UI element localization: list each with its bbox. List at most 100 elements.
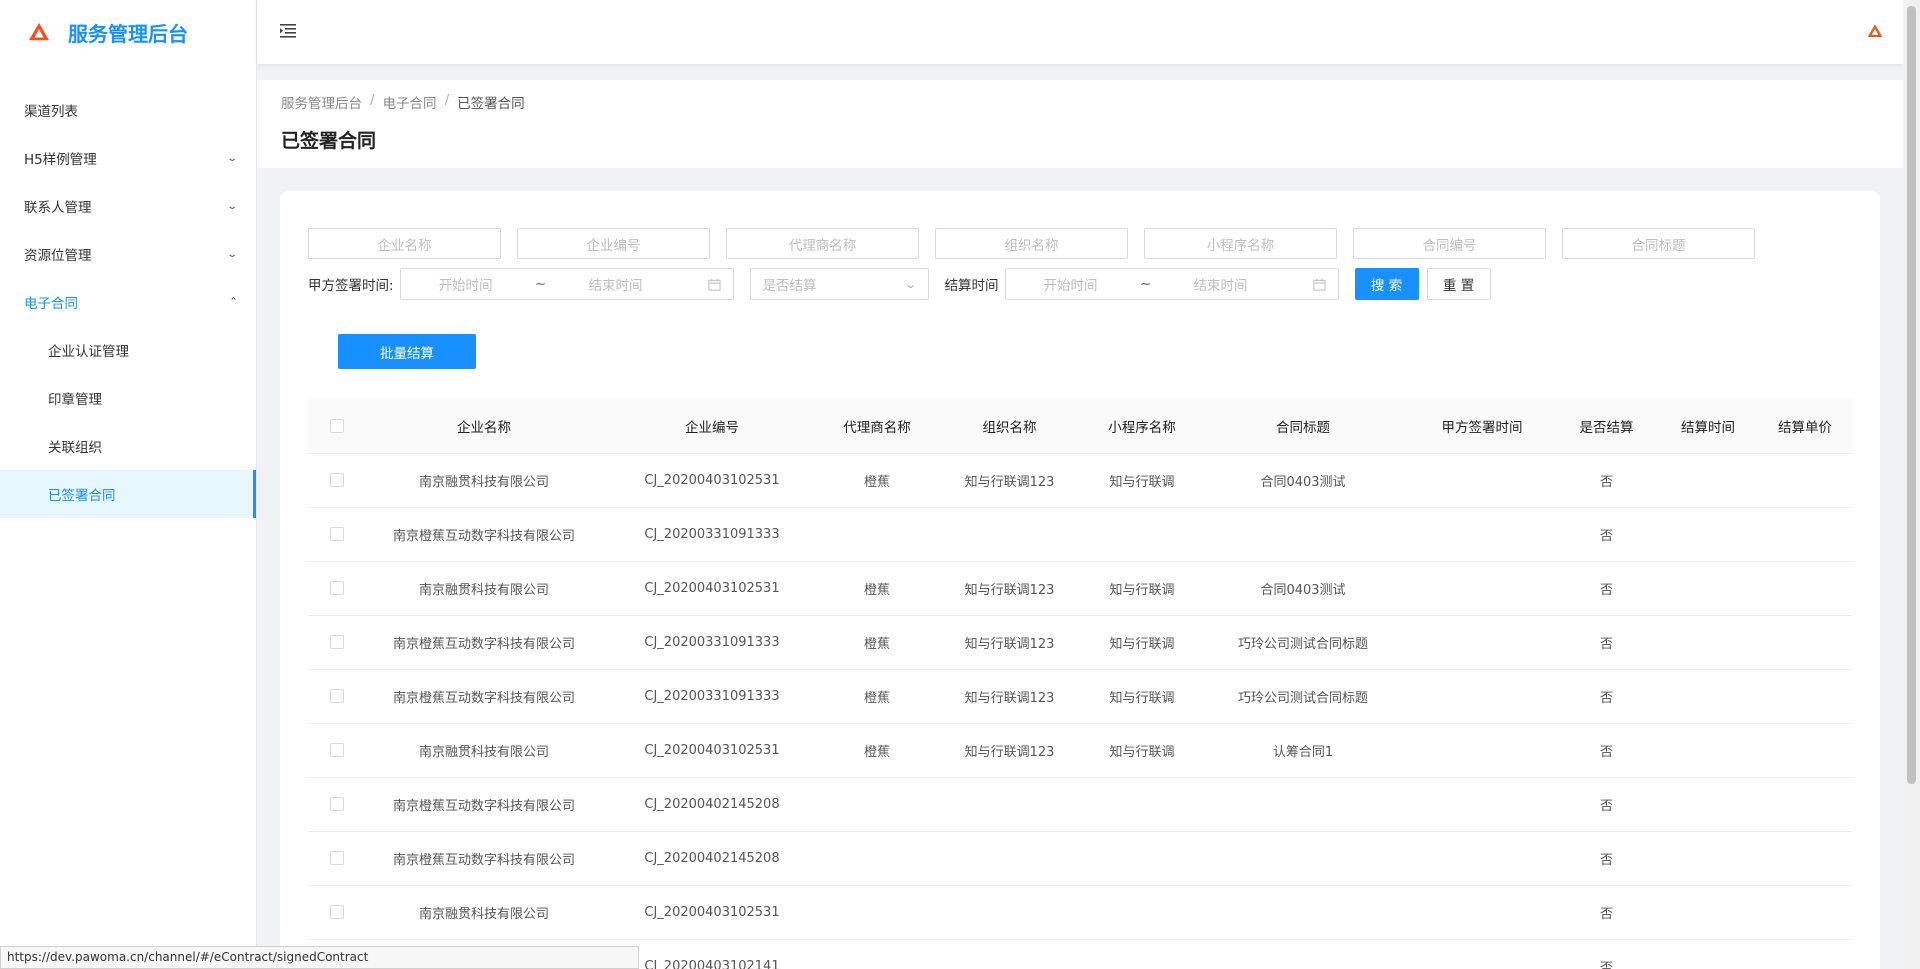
column-header: 代理商名称 [822,399,932,454]
sidebar-item-channel-list[interactable]: 渠道列表 [0,86,256,134]
sidebar-subitem-signed-contracts[interactable]: 已签署合同 [0,470,256,518]
range-end-input[interactable]: 结束时间 [1156,274,1286,294]
page-title: 已签署合同 [281,130,377,152]
column-header: 企业名称 [366,399,602,454]
scrollbar-thumb[interactable] [1907,6,1916,784]
settle-time-label: 结算时间 [944,278,999,294]
table-cell: 知与行联调123 [932,669,1087,724]
sidebar-item-label: 联系人管理 [24,200,92,216]
table-cell: 南京融贯科技有限公司 [366,561,602,616]
row-checkbox[interactable] [330,581,344,595]
menu-fold-icon[interactable] [279,23,297,39]
row-checkbox[interactable] [330,689,344,703]
table-cell: CJ_20200403102531 [602,561,822,616]
row-checkbox[interactable] [330,635,344,649]
row-checkbox[interactable] [330,797,344,811]
table-cell: 知与行联调 [1087,615,1197,670]
sign-time-label: 甲方签署时间: [308,278,394,294]
row-select-cell [308,561,366,616]
sidebar-item-label: 企业认证管理 [48,344,129,360]
miniapp-name-input[interactable]: 小程序名称 [1144,228,1337,259]
sidebar-item-resource-slots[interactable]: 资源位管理 ⌄ [0,230,256,278]
table-cell [1758,453,1852,508]
logo-triangle-icon [28,22,50,41]
breadcrumb-separator: / [444,92,450,108]
breadcrumb-item-home[interactable]: 服务管理后台 [281,92,362,112]
row-checkbox[interactable] [330,473,344,487]
contract-no-input[interactable]: 合同编号 [1353,228,1546,259]
table-row: 南京融贯科技有限公司 CJ_20200403102531 橙蕉 知与行联调123 知与行… [308,453,1852,508]
sign-time-range-picker[interactable]: 开始时间 ~ 结束时间 [399,268,734,300]
batch-settle-button[interactable]: 批量结算 [338,334,476,369]
company-name-input[interactable]: 企业名称 [308,228,501,259]
sidebar-subitem-linked-org[interactable]: 关联组织 [0,422,256,470]
table-row: 南京橙蕉互动数字科技有限公司 CJ_20200402145208 否 [308,831,1852,886]
table-cell: 南京融贯科技有限公司 [366,453,602,508]
row-checkbox[interactable] [330,905,344,919]
table-cell: 南京橙蕉互动数字科技有限公司 [366,507,602,562]
row-checkbox[interactable] [330,527,344,541]
page-scrollbar[interactable] [1903,0,1920,969]
sidebar-item-e-contract[interactable]: 电子合同 ˄ [0,278,256,326]
sidebar-item-contacts[interactable]: 联系人管理 ⌄ [0,182,256,230]
user-avatar-icon[interactable] [1867,23,1883,39]
sidebar-item-h5-samples[interactable]: H5样例管理 ⌄ [0,134,256,182]
table-cell: CJ_20200331091333 [602,615,822,670]
chevron-down-icon: ⌄ [225,248,238,260]
content-card: 企业名称 企业编号 代理商名称 组织名称 小程序名称 合同编号 合同标题 甲方签… [280,191,1880,969]
sidebar-item-label: 电子合同 [24,296,78,312]
reset-button[interactable]: 重 置 [1426,268,1491,300]
settled-select[interactable]: 是否结算 ⌄ [749,268,929,300]
table-cell: 合同0403测试 [1197,453,1409,508]
table-cell [1197,939,1409,969]
range-start-input[interactable]: 开始时间 [1006,274,1136,294]
table-cell: 知与行联调 [1087,723,1197,778]
table-cell [1658,777,1758,832]
table-cell: 知与行联调123 [932,723,1087,778]
table-cell [932,777,1087,832]
select-all-cell [308,399,366,454]
org-name-input[interactable]: 组织名称 [935,228,1128,259]
table-cell: 否 [1555,507,1658,562]
row-select-cell [308,777,366,832]
table-cell [822,831,932,886]
calendar-icon [1313,278,1326,291]
table-cell: 南京融贯科技有限公司 [366,723,602,778]
company-no-input[interactable]: 企业编号 [517,228,710,259]
select-all-checkbox[interactable] [330,418,344,433]
row-checkbox[interactable] [330,851,344,865]
column-header: 是否结算 [1555,399,1658,454]
column-header: 合同标题 [1197,399,1409,454]
sidebar-menu: 渠道列表 H5样例管理 ⌄ 联系人管理 ⌄ 资源位管理 ⌄ 电子合同 ˄ 企业认… [0,86,256,518]
table-cell: 橙蕉 [822,669,932,724]
table-cell: CJ_20200403102531 [602,723,822,778]
sidebar-item-label: 印章管理 [48,392,102,408]
table-cell [1758,723,1852,778]
table-cell: 否 [1555,777,1658,832]
settle-time-range-picker[interactable]: 开始时间 ~ 结束时间 [1004,268,1339,300]
table-cell: CJ_20200402145208 [602,831,822,886]
agent-name-input[interactable]: 代理商名称 [726,228,919,259]
range-start-input[interactable]: 开始时间 [401,274,531,294]
range-end-input[interactable]: 结束时间 [551,274,681,294]
table-cell [1087,507,1197,562]
breadcrumb-item-e-contract[interactable]: 电子合同 [383,92,437,112]
logo[interactable]: 服务管理后台 [0,0,256,64]
chevron-up-icon: ˄ [230,296,237,308]
range-separator: ~ [534,276,547,292]
contract-title-input[interactable]: 合同标题 [1562,228,1755,259]
table-cell [932,885,1087,940]
row-checkbox[interactable] [330,743,344,757]
app-title: 服务管理后台 [68,21,188,46]
sidebar-item-label: 关联组织 [48,440,102,456]
table-cell: 合同0403测试 [1197,561,1409,616]
table-cell [1658,453,1758,508]
sidebar-subitem-company-auth[interactable]: 企业认证管理 [0,326,256,374]
table-cell [1087,777,1197,832]
column-header: 企业编号 [602,399,822,454]
table-cell [822,507,932,562]
search-button[interactable]: 搜 索 [1354,268,1419,300]
table-cell [1758,939,1852,969]
sidebar-subitem-seal[interactable]: 印章管理 [0,374,256,422]
breadcrumb-separator: / [370,92,375,108]
